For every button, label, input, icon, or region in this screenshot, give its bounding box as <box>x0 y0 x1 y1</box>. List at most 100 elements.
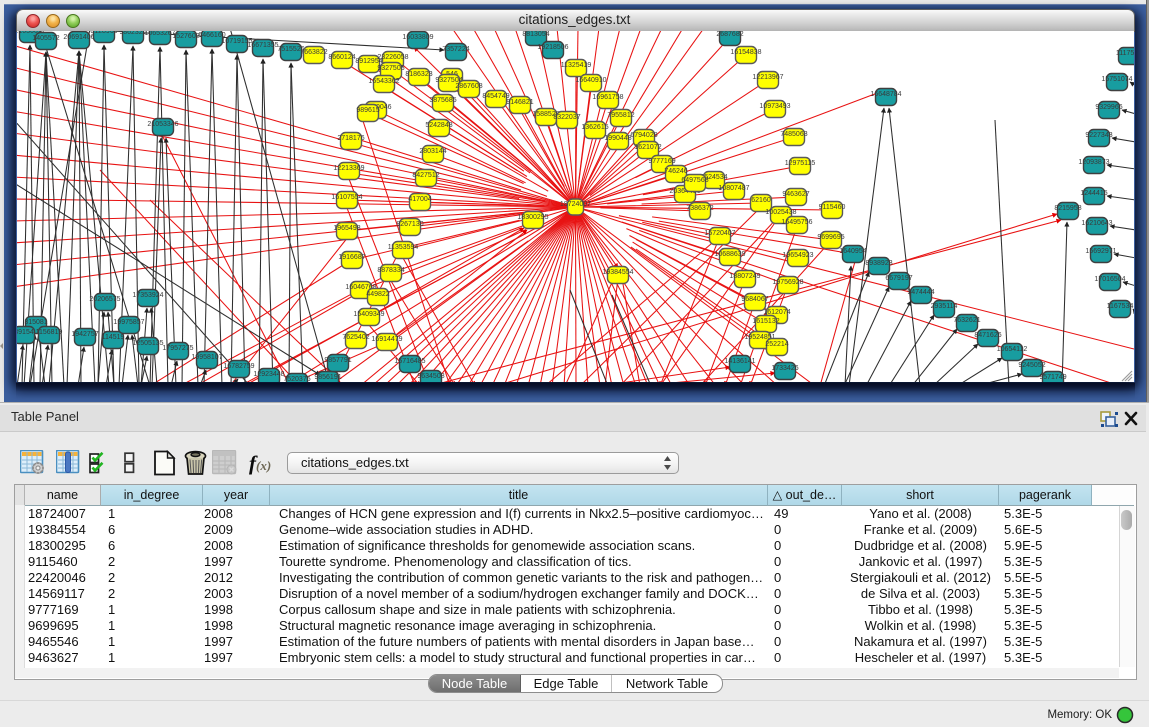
svg-text:16782759: 16782759 <box>223 363 254 370</box>
svg-text:10807487: 10807487 <box>718 185 749 192</box>
svg-text:9115460: 9115460 <box>819 204 846 211</box>
svg-text:9684067: 9684067 <box>741 296 768 303</box>
svg-text:7663822: 7663822 <box>300 49 327 56</box>
svg-text:9327505: 9327505 <box>377 65 404 72</box>
svg-text:9146821: 9146821 <box>506 99 533 106</box>
svg-text:12093873: 12093873 <box>1078 159 1109 166</box>
svg-text:15720407: 15720407 <box>704 230 735 237</box>
svg-text:1621072: 1621072 <box>634 144 661 151</box>
svg-text:8938923: 8938923 <box>865 260 892 267</box>
svg-text:11325419: 11325419 <box>561 62 592 69</box>
svg-text:746246: 746246 <box>664 168 687 175</box>
svg-text:10653267: 10653267 <box>144 31 175 37</box>
svg-text:16033809: 16033809 <box>402 34 433 41</box>
svg-text:17353924: 17353924 <box>132 292 163 299</box>
svg-text:9245052: 9245052 <box>1018 362 1045 369</box>
svg-text:9474444: 9474444 <box>907 289 934 296</box>
svg-text:8427512: 8427512 <box>412 172 439 179</box>
svg-text:12975115: 12975115 <box>785 160 816 167</box>
svg-text:23226058: 23226058 <box>377 54 408 61</box>
svg-text:252214: 252214 <box>765 341 788 348</box>
svg-text:1527602: 1527602 <box>172 33 199 40</box>
svg-text:19218506: 19218506 <box>537 44 568 51</box>
svg-text:16495756: 16495756 <box>781 219 812 226</box>
svg-text:3875685: 3875685 <box>429 97 456 104</box>
svg-text:12505135: 12505135 <box>132 340 163 347</box>
svg-text:7386372: 7386372 <box>686 205 713 212</box>
svg-text:18724007: 18724007 <box>560 201 591 208</box>
svg-text:9463627: 9463627 <box>782 191 809 198</box>
svg-text:8813054: 8813054 <box>522 31 549 38</box>
svg-text:449822: 449822 <box>366 291 389 298</box>
svg-text:9227343: 9227343 <box>1085 132 1112 139</box>
svg-text:9856191: 9856191 <box>314 374 341 381</box>
svg-text:7357224: 7357224 <box>442 46 469 53</box>
svg-text:2687682: 2687682 <box>716 31 743 38</box>
svg-text:6679197: 6679197 <box>885 275 912 282</box>
svg-text:9329966: 9329966 <box>1095 104 1122 111</box>
svg-text:15409349: 15409349 <box>353 311 384 318</box>
svg-text:16914479: 16914479 <box>371 336 402 343</box>
svg-text:16640910: 16640910 <box>575 77 606 84</box>
svg-text:18300295: 18300295 <box>517 214 548 221</box>
svg-text:7625402: 7625402 <box>342 334 369 341</box>
svg-text:16107554: 16107554 <box>331 194 362 201</box>
svg-text:1965498: 1965498 <box>333 225 360 232</box>
svg-text:19975857: 19975857 <box>113 319 144 326</box>
svg-text:7955812: 7955812 <box>607 112 634 119</box>
svg-text:6497568: 6497568 <box>681 177 708 184</box>
svg-text:8660124: 8660124 <box>328 54 355 61</box>
svg-text:11353594: 11353594 <box>388 244 419 251</box>
svg-text:19756928: 19756928 <box>772 279 803 286</box>
svg-text:2867608: 2867608 <box>455 83 482 90</box>
svg-text:8186323: 8186323 <box>405 71 432 78</box>
svg-text:8471626: 8471626 <box>974 332 1001 339</box>
svg-text:17016504: 17016504 <box>1094 276 1125 283</box>
svg-text:18807249: 18807249 <box>729 273 760 280</box>
svg-text:12923448: 12923448 <box>253 371 284 378</box>
svg-text:15716485: 15716485 <box>394 358 425 365</box>
svg-text:1362615: 1362615 <box>581 124 608 131</box>
svg-text:2935114: 2935114 <box>931 303 958 310</box>
svg-text:16648784: 16648784 <box>870 91 901 98</box>
svg-text:10973493: 10973493 <box>759 103 790 110</box>
svg-text:1942757: 1942757 <box>71 331 98 338</box>
svg-text:16961758: 16961758 <box>592 94 623 101</box>
svg-text:315081: 315081 <box>24 319 47 326</box>
svg-text:15751074: 15751074 <box>1101 76 1132 83</box>
svg-text:10688639: 10688639 <box>714 251 745 258</box>
svg-text:19958107: 19958107 <box>191 354 222 361</box>
svg-text:1244415: 1244415 <box>1080 190 1107 197</box>
svg-text:8215958: 8215958 <box>1054 205 1081 212</box>
svg-text:16671355: 16671355 <box>247 42 278 49</box>
svg-text:20206575: 20206575 <box>89 296 120 303</box>
svg-text:7632621: 7632621 <box>953 317 980 324</box>
svg-text:15692971: 15692971 <box>1085 248 1116 255</box>
svg-text:9699695: 9699695 <box>817 234 844 241</box>
svg-text:9571749: 9571749 <box>1039 374 1066 381</box>
svg-text:5242848: 5242848 <box>425 122 452 129</box>
svg-text:12213967: 12213967 <box>752 74 783 81</box>
svg-text:16154838: 16154838 <box>730 49 761 56</box>
svg-text:1916687: 1916687 <box>338 254 365 261</box>
svg-text:2718176: 2718176 <box>337 135 364 142</box>
svg-text:17957275: 17957275 <box>162 345 193 352</box>
svg-text:16543362: 16543362 <box>368 78 399 85</box>
svg-text:12213369: 12213369 <box>333 165 364 172</box>
svg-text:989615: 989615 <box>356 107 379 114</box>
svg-text:1990448: 1990448 <box>604 135 631 142</box>
svg-text:1167534: 1167534 <box>1107 303 1134 310</box>
svg-text:417004: 417004 <box>408 196 431 203</box>
svg-text:62160: 62160 <box>751 197 771 204</box>
svg-text:9862320: 9862320 <box>119 31 146 36</box>
svg-text:1156819: 1156819 <box>36 329 63 336</box>
svg-text:39154: 39154 <box>17 329 34 336</box>
svg-text:1733426: 1733426 <box>771 365 798 372</box>
svg-text:6794028: 6794028 <box>630 132 657 139</box>
svg-text:2803144: 2803144 <box>419 148 446 155</box>
svg-text:14136141: 14136141 <box>724 358 755 365</box>
svg-text:1117524: 1117524 <box>1116 50 1134 57</box>
svg-text:1640954: 1640954 <box>839 248 866 255</box>
svg-text:7520376: 7520376 <box>283 376 310 382</box>
svg-text:20691406: 20691406 <box>63 34 94 41</box>
